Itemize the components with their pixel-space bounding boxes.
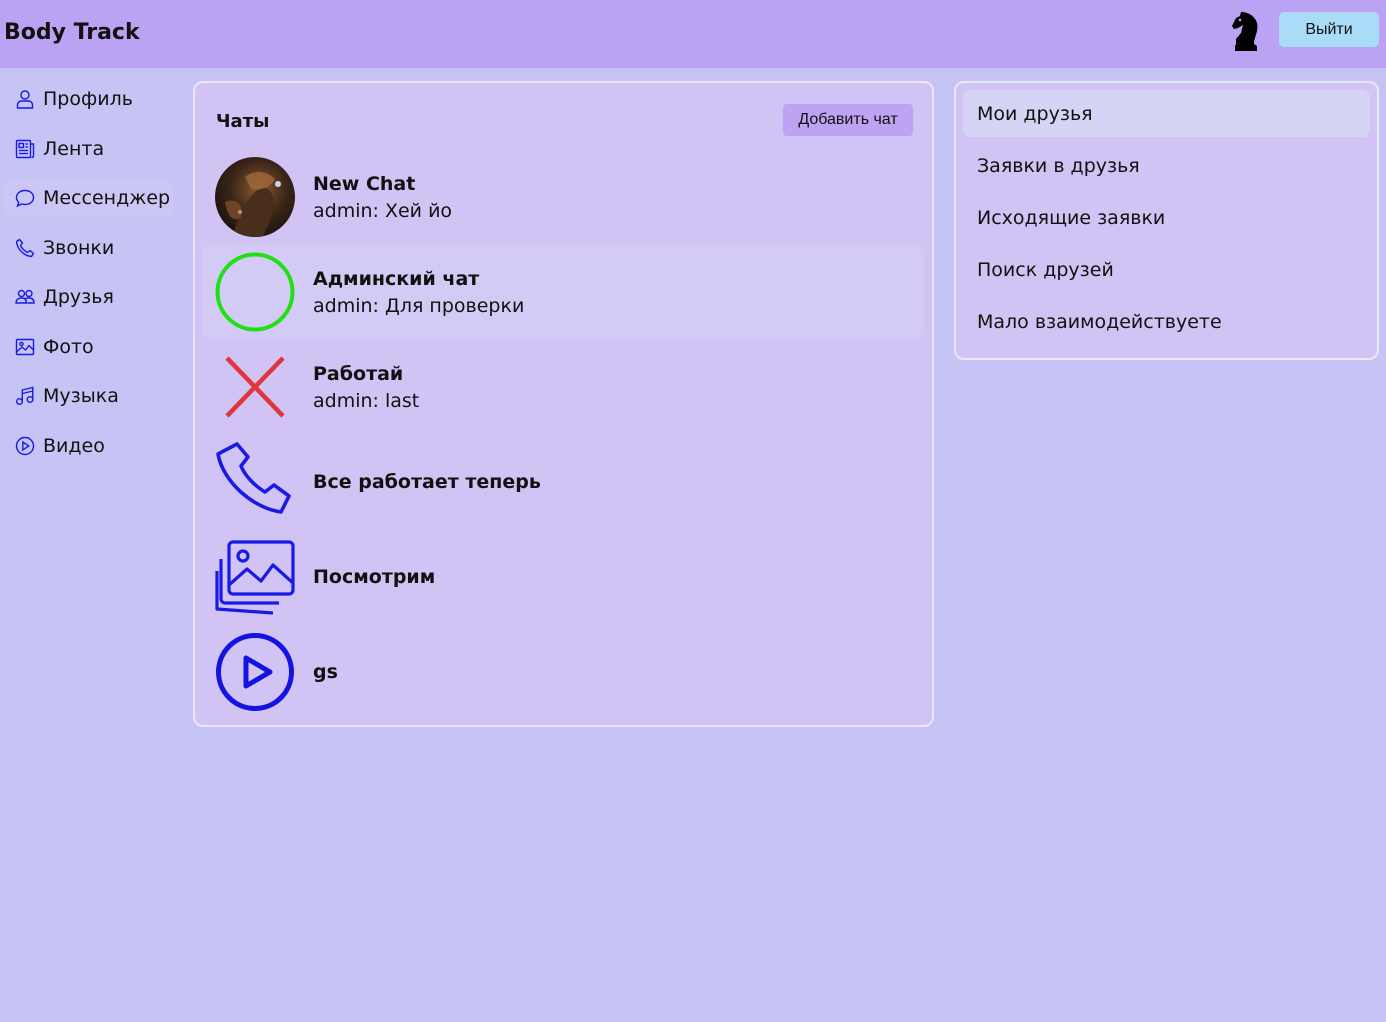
friends-menu-item-my-friends[interactable]: Мои друзья (963, 90, 1370, 137)
chat-item[interactable]: Все работает теперь (202, 434, 924, 529)
sidebar-item-label: Видео (43, 434, 105, 457)
friends-menu-item-requests[interactable]: Заявки в друзья (963, 142, 1370, 189)
sidebar-item-friends[interactable]: Друзья (4, 278, 174, 316)
friends-menu-item-low-interaction[interactable]: Мало взаимодействуете (963, 298, 1370, 345)
newspaper-icon (15, 139, 35, 158)
music-note-icon (16, 386, 34, 405)
chat-item[interactable]: New Chat admin: Хей йо (202, 149, 924, 244)
play-circle-icon (15, 436, 35, 455)
sidebar-item-label: Мессенджер (43, 187, 171, 209)
chess-knight-icon[interactable] (1229, 11, 1263, 53)
people-icon (15, 289, 35, 304)
logout-button[interactable]: Выйти (1279, 12, 1379, 47)
chats-panel: Чаты Добавить чат New Chat admin: Хей йо… (193, 81, 934, 727)
chat-preview: admin: Для проверки (313, 295, 525, 317)
sidebar-item-label: Музыка (43, 385, 119, 407)
image-icon (215, 540, 295, 615)
phone-icon (15, 238, 35, 257)
chat-avatar-photo (215, 157, 295, 237)
add-chat-button[interactable]: Добавить чат (783, 104, 913, 136)
chat-bubble-icon (15, 189, 35, 208)
sidebar-item-calls[interactable]: Звонки (4, 229, 174, 267)
sidebar-item-messenger[interactable]: Мессенджер (4, 179, 174, 217)
top-bar: Body Track Выйти (0, 0, 1386, 68)
friends-menu-item-outgoing[interactable]: Исходящие заявки (963, 194, 1370, 241)
chat-preview: admin: Хей йо (313, 200, 453, 222)
chat-item[interactable]: gs (202, 624, 924, 719)
sidebar-item-profile[interactable]: Профиль (4, 80, 174, 118)
chat-item[interactable]: Работай admin: last (202, 339, 924, 434)
sidebar-nav: Профиль Лента Мессенджер Звонки Друзья Ф… (4, 80, 174, 476)
chat-name: Админский чат (313, 268, 480, 290)
chat-item[interactable]: Посмотрим (202, 529, 924, 624)
sidebar-item-music[interactable]: Музыка (4, 377, 174, 415)
chat-name: New Chat (313, 173, 416, 195)
red-x-icon (225, 356, 285, 418)
chat-name: Работай (313, 363, 404, 385)
brand-title[interactable]: Body Track (4, 20, 140, 45)
chats-title: Чаты (216, 111, 270, 132)
chat-preview: admin: last (313, 390, 420, 412)
play-circle-icon (216, 633, 294, 711)
chat-name: gs (313, 661, 338, 683)
sidebar-item-video[interactable]: Видео (4, 427, 174, 465)
sidebar-item-photos[interactable]: Фото (4, 328, 174, 366)
green-circle-icon (215, 252, 295, 332)
chat-name: Все работает теперь (313, 471, 541, 493)
friends-menu-item-search[interactable]: Поиск друзей (963, 246, 1370, 293)
person-icon (16, 90, 34, 109)
sidebar-item-label: Фото (43, 335, 94, 358)
image-icon (15, 338, 35, 355)
sidebar-item-label: Лента (43, 137, 105, 160)
chat-name: Посмотрим (313, 566, 436, 588)
sidebar-item-label: Профиль (43, 88, 133, 110)
sidebar-item-feed[interactable]: Лента (4, 130, 174, 168)
sidebar-item-label: Друзья (43, 286, 114, 308)
phone-icon (216, 442, 291, 514)
sidebar-item-label: Звонки (43, 236, 115, 259)
chat-item[interactable]: Админский чат admin: Для проверки (202, 244, 924, 339)
friends-menu-panel: Мои друзья Заявки в друзья Исходящие зая… (954, 81, 1379, 360)
